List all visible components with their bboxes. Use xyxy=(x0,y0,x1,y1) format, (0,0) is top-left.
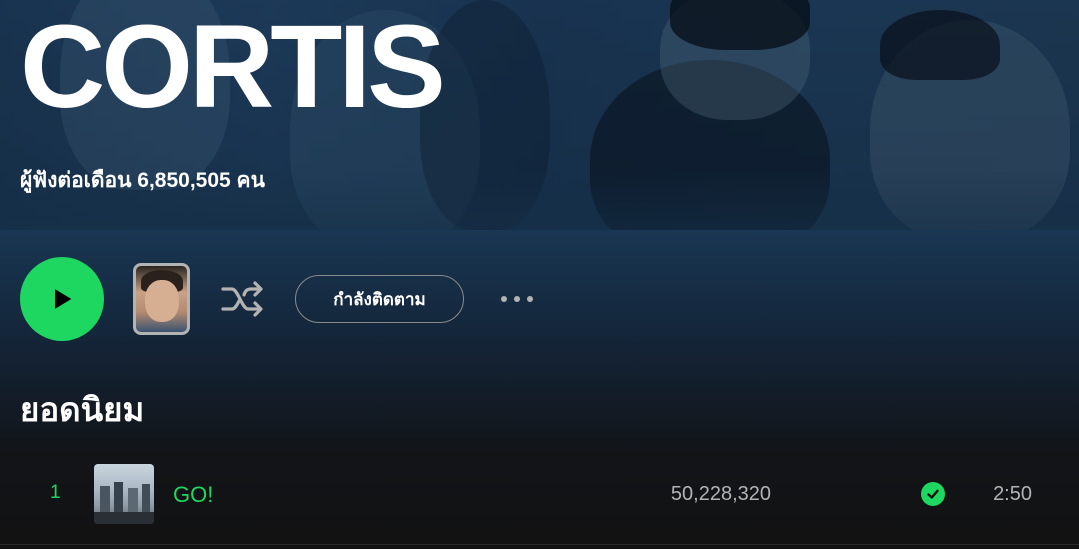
monthly-listeners: ผู้ฟังต่อเดือน 6,850,505 คน xyxy=(20,169,265,192)
more-options-icon xyxy=(527,296,533,302)
check-icon xyxy=(927,489,939,499)
following-button[interactable]: กำลังติดตาม xyxy=(295,275,464,323)
track-duration: 2:50 xyxy=(993,483,1032,505)
track-index: 1 xyxy=(50,482,61,503)
play-icon xyxy=(55,289,72,309)
cover-shape xyxy=(114,482,123,512)
more-options-icon xyxy=(501,296,507,302)
cover-shape xyxy=(94,512,154,524)
artist-hero-banner: CORTIS ผู้ฟังต่อเดือน 6,850,505 คน xyxy=(0,0,1079,230)
shuffle-button[interactable] xyxy=(218,277,268,321)
artist-page: CORTIS ผู้ฟังต่อเดือน 6,850,505 คน กำลัง… xyxy=(0,0,1079,549)
cover-shape xyxy=(142,484,150,512)
artist-name: CORTIS xyxy=(20,1,446,133)
saved-check-icon[interactable] xyxy=(921,482,945,506)
action-bar: กำลังติดตาม xyxy=(0,257,1079,341)
track-row[interactable]: 1 GO! 50,228,320 2:50 xyxy=(20,458,1060,530)
track-play-count: 50,228,320 xyxy=(670,483,771,505)
cover-shape xyxy=(128,488,138,512)
artist-preview-avatar[interactable] xyxy=(133,263,190,335)
divider xyxy=(0,544,1079,545)
hero-photo-shape xyxy=(880,10,1000,80)
popular-section-title: ยอดนิยม xyxy=(20,391,145,428)
track-title[interactable]: GO! xyxy=(173,482,213,508)
hero-photo-shape xyxy=(670,0,810,50)
cover-shape xyxy=(100,486,110,512)
avatar-face xyxy=(145,280,179,322)
more-options-icon xyxy=(514,296,520,302)
more-options-button[interactable] xyxy=(494,281,540,317)
shuffle-icon xyxy=(221,281,263,317)
track-cover-art xyxy=(94,464,154,524)
play-button[interactable] xyxy=(20,257,104,341)
